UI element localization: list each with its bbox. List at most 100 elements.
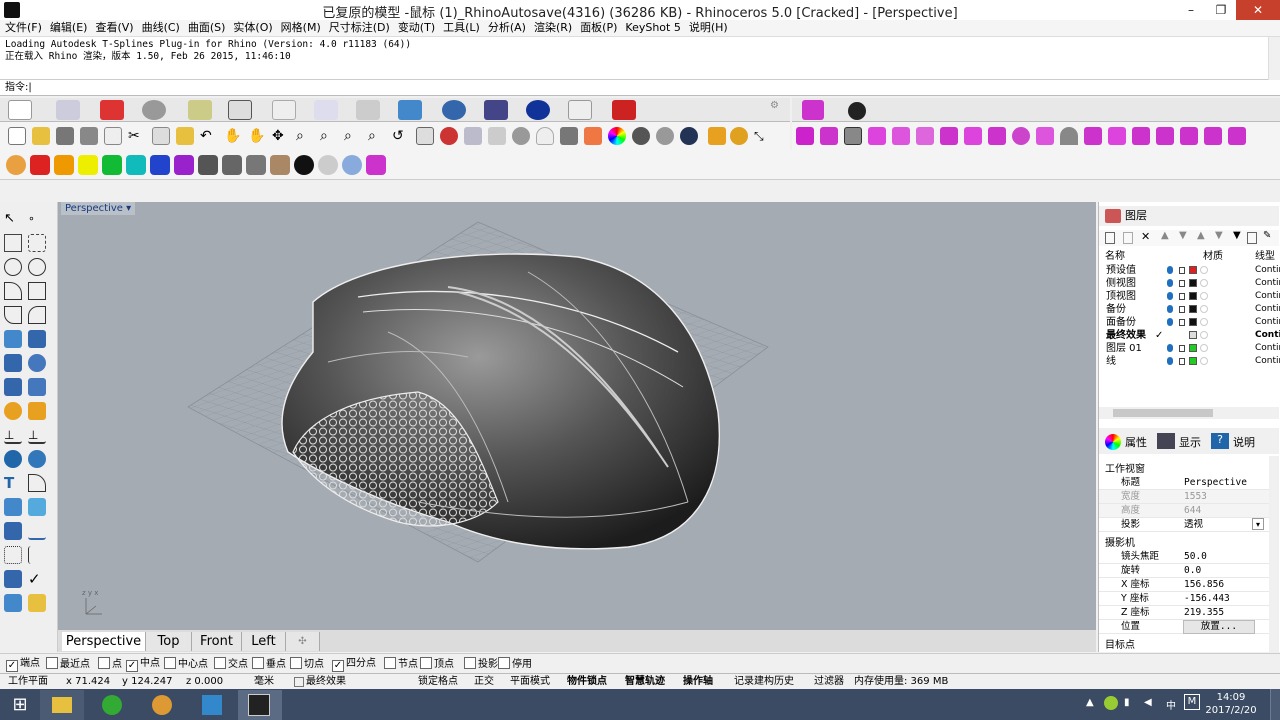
command-input[interactable]: | (28, 82, 31, 93)
menu-mesh[interactable]: 网格(M) (278, 20, 324, 36)
property-row[interactable]: 镜头焦距 50.0 (1099, 550, 1269, 564)
ts-subdivide-icon[interactable] (940, 127, 958, 145)
ts-grid-icon[interactable] (1156, 127, 1174, 145)
material-gray-icon[interactable] (222, 155, 242, 175)
material-circle-icon[interactable] (1200, 357, 1208, 365)
surface-edit-icon[interactable] (28, 330, 46, 348)
lock-icon[interactable] (560, 127, 578, 145)
lock-icon[interactable] (1179, 319, 1185, 326)
command-line[interactable]: 指令:| (0, 80, 1280, 96)
properties-scrollbar[interactable] (1269, 456, 1279, 652)
osnap-checkbox[interactable] (46, 657, 58, 669)
file-explorer-icon[interactable] (40, 690, 84, 720)
ts-convert-icon[interactable] (844, 127, 862, 145)
shaded-icon[interactable] (632, 127, 650, 145)
surface-icon[interactable] (4, 330, 22, 348)
property-row[interactable]: 位置 放置... (1099, 620, 1269, 634)
minimize-button[interactable]: – (1176, 0, 1206, 20)
rotate-view-icon[interactable]: ✥ (272, 127, 290, 145)
osnap-4[interactable]: 中心点 (164, 657, 208, 671)
layer-row[interactable]: 顶视图 Contin (1099, 290, 1280, 303)
array-icon[interactable] (28, 450, 46, 468)
circle-icon[interactable] (4, 258, 22, 276)
material-glass-ball-icon[interactable] (342, 155, 362, 175)
maximize-button[interactable]: ❐ (1206, 0, 1236, 20)
visibility-bulb-icon[interactable] (1167, 318, 1173, 326)
tab-surface-tools-icon[interactable] (398, 100, 422, 120)
material-green-icon[interactable] (102, 155, 122, 175)
four-viewports-icon[interactable] (416, 127, 434, 145)
osnap-checkbox[interactable] (464, 657, 476, 669)
layer-row[interactable]: 预设值 Contin (1099, 264, 1280, 277)
osnap-checkbox[interactable] (214, 657, 226, 669)
property-row[interactable]: X 座标 156.856 (1099, 578, 1269, 592)
visibility-bulb-icon[interactable] (1167, 266, 1173, 274)
new-file-icon[interactable] (8, 127, 26, 145)
tab-keyshot-icon[interactable] (848, 102, 866, 120)
osnap-1[interactable]: 最近点 (46, 657, 90, 671)
tab-front[interactable]: Front (192, 632, 242, 651)
tab-top[interactable]: Top (146, 632, 192, 651)
save-icon[interactable] (56, 127, 74, 145)
ts-bevel-icon[interactable] (1108, 127, 1126, 145)
layer-row[interactable]: 侧视图 Contin (1099, 277, 1280, 290)
tab-visibility-icon[interactable] (272, 100, 296, 120)
layer-color-swatch[interactable] (1189, 357, 1197, 365)
layer-tools-icon[interactable] (1247, 232, 1257, 244)
layer-color-swatch[interactable] (1189, 331, 1197, 339)
visibility-bulb-icon[interactable] (1167, 292, 1173, 300)
osnap-checkbox[interactable] (384, 657, 396, 669)
menu-edit[interactable]: 编辑(E) (47, 20, 91, 36)
ts-extrude-icon[interactable] (916, 127, 934, 145)
history-scrollbar[interactable] (1268, 37, 1280, 80)
tab-add-icon[interactable]: ✣ (286, 632, 320, 651)
color-wheel-icon[interactable] (608, 127, 626, 145)
windows-start-icon[interactable]: ⊞ (0, 690, 40, 720)
open-folder-icon[interactable] (32, 127, 50, 145)
status-layer[interactable]: 最终效果 (306, 675, 346, 689)
osnap-checkbox[interactable] (498, 657, 510, 669)
section-icon[interactable] (28, 522, 46, 540)
cube-select-icon[interactable] (4, 522, 22, 540)
osnap-12[interactable]: 停用 (498, 657, 532, 671)
material-circle-icon[interactable] (1200, 292, 1208, 300)
rotate-icon[interactable] (28, 474, 46, 492)
ts-bridge-icon[interactable] (988, 127, 1006, 145)
property-row[interactable]: 高度 644 (1099, 504, 1269, 518)
tab-left[interactable]: Left (242, 632, 286, 651)
osnap-8[interactable]: ✓ 四分点 (332, 657, 376, 672)
material-white-ball-icon[interactable] (318, 155, 338, 175)
visibility-bulb-icon[interactable] (1167, 279, 1173, 287)
menu-file[interactable]: 文件(F) (2, 20, 45, 36)
new-sublayer-icon[interactable] (1123, 232, 1133, 244)
lock-icon[interactable] (1179, 358, 1185, 365)
osnap-checkbox[interactable] (420, 657, 432, 669)
tab-view-icon[interactable] (100, 100, 124, 120)
polyline-icon[interactable] (4, 234, 22, 252)
osnap-checkbox[interactable] (98, 657, 110, 669)
ime-indicator[interactable]: 中 (1166, 697, 1176, 712)
tab-solid-tools-icon[interactable] (442, 100, 466, 120)
new-layer-icon[interactable] (1105, 232, 1115, 244)
show-desktop-button[interactable] (1270, 689, 1280, 720)
property-row[interactable]: 旋转 0.0 (1099, 564, 1269, 578)
transform-icon[interactable] (4, 450, 22, 468)
zoom-icon[interactable]: ⌕ (296, 127, 314, 145)
move-down-icon[interactable]: ▼ (1179, 230, 1187, 241)
projection-dropdown-chevron-icon[interactable]: ▾ (1252, 518, 1264, 530)
boolean-icon[interactable] (28, 354, 46, 372)
dimension-icon[interactable]: ⊥ (4, 426, 22, 444)
move-up-icon[interactable]: ▲ (1161, 230, 1169, 241)
layer-settings-icon[interactable]: ✎ (1263, 230, 1271, 241)
tab-standard-icon[interactable] (8, 100, 32, 120)
ts-table3-icon[interactable] (1228, 127, 1246, 145)
zoom-window-icon[interactable]: ⌕ (320, 127, 338, 145)
tab-drafting-icon[interactable] (568, 100, 592, 120)
osnap-11[interactable]: 投影 (464, 657, 498, 671)
move-parent-down-icon[interactable]: ▼ (1215, 230, 1223, 241)
material-circle-icon[interactable] (1200, 331, 1208, 339)
osnap-2[interactable]: 点 (98, 657, 122, 671)
tab-render-tools-icon[interactable] (526, 100, 550, 120)
menu-render[interactable]: 渲染(R) (531, 20, 575, 36)
arc-icon[interactable] (4, 282, 22, 300)
